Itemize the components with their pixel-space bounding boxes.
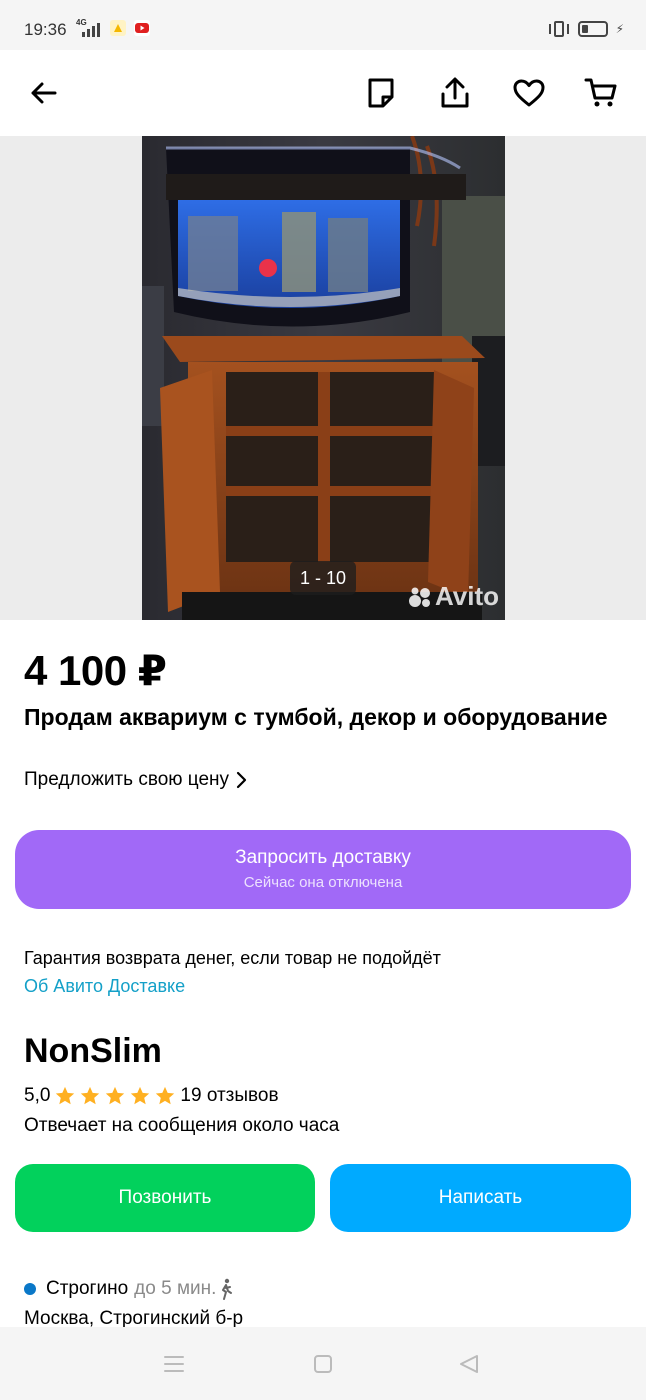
back-button[interactable]	[21, 71, 65, 115]
metro-name: Строгино	[46, 1278, 129, 1299]
seller-name[interactable]: NonSlim	[24, 1032, 162, 1071]
arrow-left-icon	[31, 82, 57, 104]
avito-logo-icon	[409, 587, 430, 607]
seller-rating[interactable]: 5,0 19 отзывов	[24, 1085, 279, 1107]
heart-icon	[513, 79, 545, 107]
youtube-icon	[134, 20, 150, 36]
metro-station: Строгино до 5 мин.	[24, 1278, 234, 1300]
metro-line-dot	[24, 1283, 36, 1295]
vibrate-icon	[548, 20, 570, 38]
menu-icon	[164, 1356, 184, 1372]
request-delivery-sublabel: Сейчас она отключена	[243, 874, 403, 891]
request-delivery-button[interactable]: Запросить доставку Сейчас она отключена	[15, 830, 631, 909]
call-button[interactable]: Позвонить	[15, 1164, 315, 1232]
request-delivery-label: Запросить доставку	[235, 847, 411, 868]
charging-icon: ⚡	[615, 22, 624, 36]
favorite-button[interactable]	[507, 71, 551, 115]
walking-icon	[222, 1278, 233, 1300]
aquarium-photo-illustration	[142, 136, 505, 620]
note-button[interactable]	[359, 71, 403, 115]
listing-title: Продам аквариум с тумбой, декор и оборуд…	[24, 704, 608, 730]
cart-icon	[584, 78, 617, 107]
photo-gallery[interactable]	[0, 136, 646, 620]
avito-watermark: Avito	[408, 581, 499, 612]
notification-app-icon	[110, 20, 126, 36]
listing-price: 4 100 ₽	[24, 647, 167, 694]
listing-photo[interactable]	[142, 136, 505, 620]
share-button[interactable]	[433, 71, 477, 115]
star-icon	[156, 1086, 175, 1105]
signal-icon: 4G	[76, 18, 102, 38]
home-nav-button[interactable]	[310, 1351, 336, 1377]
status-icons-right: ⚡	[548, 20, 624, 38]
reviews-count: 19 отзывов	[180, 1085, 279, 1106]
share-icon	[441, 77, 469, 108]
back-nav-button[interactable]	[456, 1351, 482, 1377]
about-delivery-link[interactable]: Об Авито Доставке	[24, 976, 185, 997]
rating-stars	[54, 1085, 176, 1107]
chevron-right-icon	[236, 771, 247, 789]
star-icon	[81, 1086, 100, 1105]
battery-icon	[577, 21, 608, 37]
photo-counter: 1 - 10	[290, 561, 356, 595]
offer-price-link[interactable]: Предложить свою цену	[24, 769, 247, 791]
cart-button[interactable]	[579, 71, 623, 115]
status-bar: 19:36 4G ⚡	[0, 0, 646, 50]
rating-value: 5,0	[24, 1085, 51, 1106]
home-square-icon	[314, 1355, 332, 1373]
star-icon	[131, 1086, 150, 1105]
system-nav-bar	[0, 1327, 646, 1400]
watermark-text: Avito	[435, 581, 500, 611]
status-icons-left: 4G	[76, 18, 150, 38]
seller-reply-time: Отвечает на сообщения около часа	[24, 1115, 340, 1136]
star-icon	[106, 1086, 125, 1105]
menu-nav-button[interactable]	[161, 1351, 187, 1377]
top-toolbar	[0, 50, 646, 136]
star-icon	[56, 1086, 75, 1105]
walk-time: до 5 мин.	[134, 1278, 217, 1299]
note-icon	[368, 78, 394, 108]
offer-price-label: Предложить свою цену	[24, 769, 230, 790]
message-button[interactable]: Написать	[330, 1164, 631, 1232]
status-time: 19:36	[24, 20, 67, 39]
money-back-guarantee: Гарантия возврата денег, если товар не п…	[24, 948, 441, 968]
back-triangle-icon	[460, 1355, 478, 1373]
